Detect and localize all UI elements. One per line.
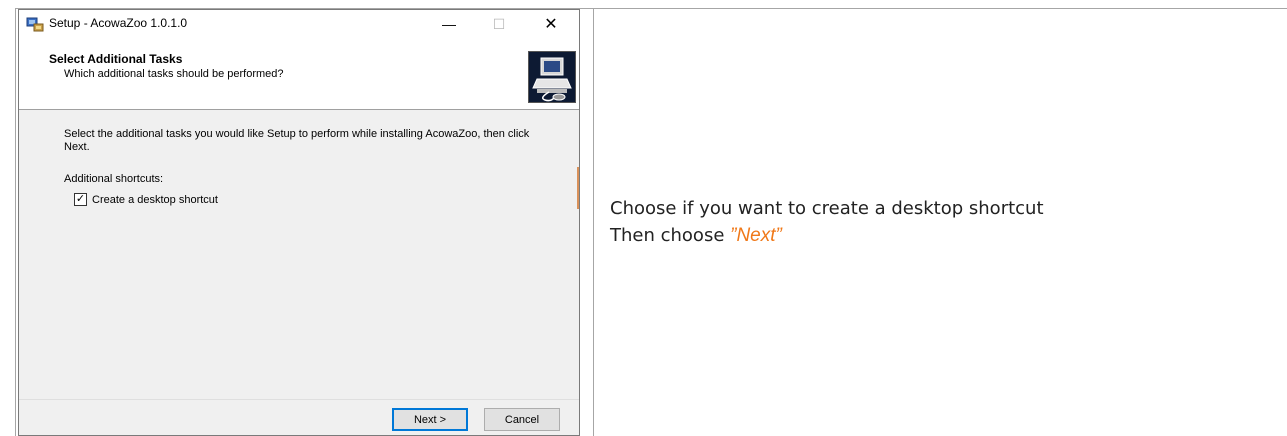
computer-install-icon [528, 51, 576, 103]
next-highlight: ”Next” [730, 225, 782, 246]
next-button[interactable]: Next > [392, 408, 468, 431]
page-title: Select Additional Tasks [49, 52, 183, 66]
table-column-divider [593, 8, 594, 436]
close-button[interactable]: ✕ [529, 10, 573, 38]
setup-app-icon [26, 17, 44, 32]
cancel-button[interactable]: Cancel [484, 408, 560, 431]
title-bar[interactable]: Setup - AcowaZoo 1.0.1.0 — ☐ ✕ [19, 10, 579, 38]
desktop-shortcut-label[interactable]: Create a desktop shortcut [92, 194, 218, 206]
setup-window: Setup - AcowaZoo 1.0.1.0 — ☐ ✕ Select Ad… [18, 9, 580, 436]
page-subtitle: Which additional tasks should be perform… [64, 68, 284, 80]
shortcuts-group-label: Additional shortcuts: [64, 173, 164, 185]
desktop-shortcut-task[interactable]: ✓ Create a desktop shortcut [74, 193, 218, 206]
maximize-button[interactable]: ☐ [477, 10, 521, 38]
checkmark-icon: ✓ [75, 193, 86, 205]
instruction-line-1: Choose if you want to create a desktop s… [610, 198, 1044, 219]
accent-marker [577, 167, 579, 209]
footer-divider [19, 399, 579, 400]
minimize-button[interactable]: — [427, 10, 471, 38]
task-description: Select the additional tasks you would li… [64, 128, 530, 153]
wizard-header: Select Additional Tasks Which additional… [19, 38, 579, 110]
desktop-shortcut-checkbox[interactable]: ✓ [74, 193, 87, 206]
window-title: Setup - AcowaZoo 1.0.1.0 [49, 16, 188, 30]
table-left-border [15, 8, 16, 436]
instruction-line-2: Then choose ”Next” [610, 225, 782, 247]
instruction-prefix: Then choose [610, 225, 731, 246]
